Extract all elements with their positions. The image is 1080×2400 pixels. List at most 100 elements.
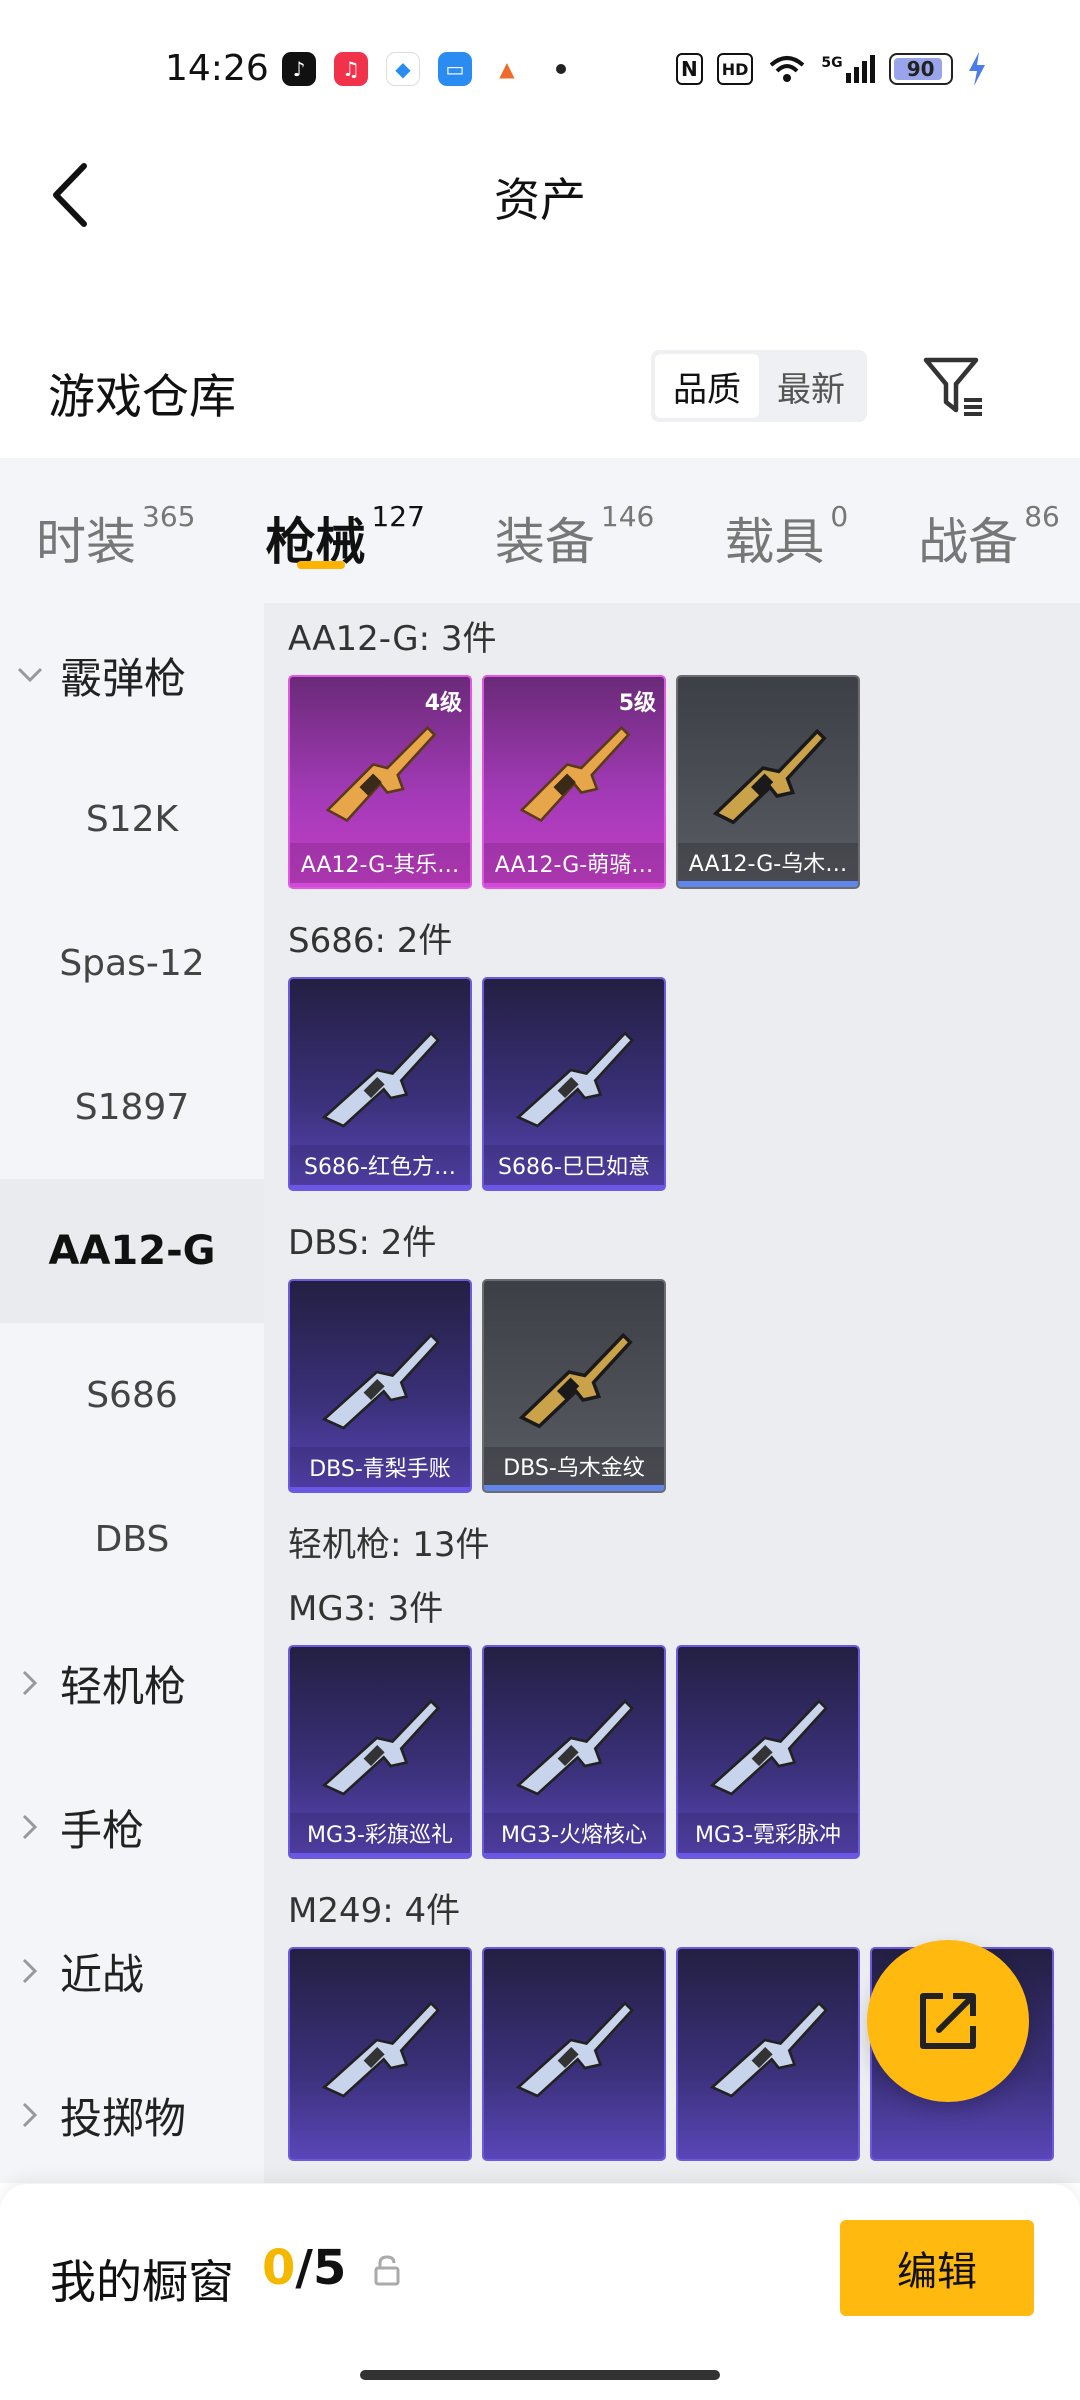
item-name: DBS-青梨手账 [290,1447,470,1491]
sidebar-item-label: S1897 [74,1086,190,1128]
tab-label: 时装 [36,513,136,571]
sidebar-group-lmg[interactable]: 轻机枪 [0,1611,264,1755]
weapon-skin-image [709,2001,828,2098]
network-type: 5G [821,55,843,71]
item-card[interactable] [676,1947,860,2161]
chevron-down-icon [0,666,60,684]
weapon-skin-image [518,1332,633,1429]
sidebar-item-s12k[interactable]: S12K [0,747,264,891]
page-title: 资产 [494,173,586,227]
tab-count: 86 [1024,500,1060,533]
tab-count: 146 [600,500,655,533]
sidebar-group-shotgun[interactable]: 霰弹枪 [0,603,264,747]
app-window-icon: ▭ [438,52,472,86]
tab-count: 0 [830,500,849,533]
sidebar-group-label: 投掷物 [60,2093,187,2143]
item-card[interactable]: MG3-霓彩脉冲 [676,1645,860,1859]
sidebar-item-label: AA12-G [48,1228,216,1274]
weapon-skin-image [321,1333,440,1430]
sort-newest-option[interactable]: 最新 [759,354,863,418]
sidebar-group-throwables[interactable]: 投掷物 [0,2043,264,2187]
charging-icon [968,52,985,86]
weapon-skin-image [325,725,437,823]
showcase-title: 我的橱窗 [50,2255,234,2309]
nav-bar: 资产 [0,140,1080,250]
sidebar-group-label: 近战 [60,1949,145,1999]
item-name: DBS-乌木金纹 [484,1447,664,1491]
item-name: AA12-G-其乐… [290,843,470,887]
item-card[interactable]: 4级 AA12-G-其乐… [288,675,472,889]
sidebar-item-aa12g[interactable]: AA12-G [0,1179,264,1323]
tab-supplies[interactable]: 战备 86 [918,458,1060,603]
item-card[interactable]: MG3-彩旗巡礼 [288,1645,472,1859]
system-icons: N HD 5G 90 [676,52,987,86]
chevron-right-icon [0,1813,60,1841]
more-notifications-dot [556,64,566,74]
section-title: 轻机枪: 13件 [288,1525,490,1565]
sort-quality-option[interactable]: 品质 [655,354,759,418]
item-level-badge: 5级 [618,691,656,716]
tab-equipment[interactable]: 装备 146 [495,458,654,603]
sidebar-group-pistol[interactable]: 手枪 [0,1755,264,1899]
weapon-skin-image [321,2001,440,2098]
tiktok-icon: ♪ [282,52,316,86]
edit-showcase-button[interactable]: 编辑 [840,2220,1034,2316]
tab-label: 载具 [724,513,825,571]
tab-firearms[interactable]: 枪械 127 [265,458,424,603]
tab-fashion[interactable]: 时装 365 [36,458,195,603]
filter-button[interactable] [920,352,990,422]
item-card[interactable] [482,1947,666,2161]
item-card[interactable]: S686-巳巳如意 [482,977,666,1191]
sort-toggle: 品质 最新 [651,350,867,422]
item-name: MG3-霓彩脉冲 [678,1813,858,1857]
item-card[interactable]: S686-红色方… [288,977,472,1191]
chevron-right-icon [0,1669,60,1697]
section-title: DBS: 2件 [288,1223,437,1263]
sidebar-group-label: 轻机枪 [60,1661,187,1711]
item-card[interactable]: 5级 AA12-G-萌骑… [482,675,666,889]
weapon-skin-image [321,1031,440,1128]
sidebar-item-label: DBS [94,1518,170,1560]
status-bar: 14:26 ♪ ♫ ◆ ▭ ▲ N HD 5G 90 [0,0,1080,140]
weapon-skin-image [712,728,827,825]
item-card[interactable]: AA12-G-乌木… [676,675,860,889]
item-card[interactable]: DBS-乌木金纹 [482,1279,666,1493]
showcase-bar: 我的橱窗 0/5 编辑 [0,2184,1080,2400]
section-title: AA12-G: 3件 [288,619,497,659]
home-indicator [360,2370,720,2380]
weapon-skin-image [515,1699,634,1796]
sidebar-item-spas12[interactable]: Spas-12 [0,891,264,1035]
section-title: M249: 4件 [288,1891,461,1931]
weapon-skin-image [515,2001,634,2098]
section-title: S686: 2件 [288,921,453,961]
status-time: 14:26 [165,48,269,89]
wifi-icon [770,56,805,82]
weapon-skin-image [321,1699,440,1796]
sidebar-group-melee[interactable]: 近战 [0,1899,264,2043]
sidebar-item-s1897[interactable]: S1897 [0,1035,264,1179]
battery-level: 90 [906,57,935,81]
item-name: MG3-火熔核心 [484,1813,664,1857]
filter-icon [923,357,982,416]
tab-label: 装备 [494,513,595,571]
item-name: AA12-G-乌木… [678,843,858,887]
item-card[interactable]: DBS-青梨手账 [288,1279,472,1493]
showcase-count: 0/5 [262,2240,346,2296]
nfc-icon: N [676,53,703,85]
battery-icon: 90 [888,53,953,85]
tab-vehicles[interactable]: 载具 0 [724,458,848,603]
sidebar-item-s686[interactable]: S686 [0,1323,264,1467]
item-card[interactable]: MG3-火熔核心 [482,1645,666,1859]
share-fab-button[interactable] [867,1940,1029,2102]
tab-count: 365 [142,500,196,533]
weapon-skin-image [709,1699,828,1796]
item-card[interactable] [288,1947,472,2161]
chevron-right-icon [0,1957,60,1985]
sidebar-item-dbs[interactable]: DBS [0,1467,264,1611]
game-app-icon: ▲ [490,52,524,86]
sidebar-item-label: S12K [85,798,179,840]
section-title: MG3: 3件 [288,1589,444,1629]
showcase-total: /5 [295,2240,347,2296]
sidebar-item-label: Spas-12 [59,942,205,984]
sidebar-item-label: S686 [86,1374,178,1416]
